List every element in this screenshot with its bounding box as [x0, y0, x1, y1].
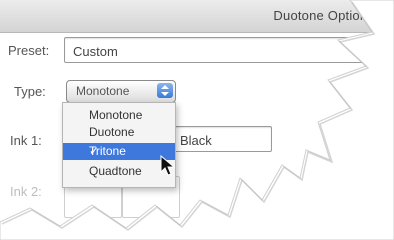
mouse-cursor-icon [160, 155, 176, 176]
torn-edge-decoration [0, 0, 394, 240]
menu-item-monotone[interactable]: Monotone [63, 107, 175, 124]
duotone-options-dialog: Duotone Options Preset: Custom Type: Mon… [0, 0, 394, 240]
menu-item-duotone[interactable]: Duotone [63, 124, 175, 141]
menu-item-quadtone[interactable]: Quadtone [63, 163, 175, 180]
type-dropdown-menu: Monotone Duotone ✓ Tritone Quadtone [62, 102, 176, 188]
menu-item-tritone[interactable]: ✓ Tritone [63, 143, 175, 160]
